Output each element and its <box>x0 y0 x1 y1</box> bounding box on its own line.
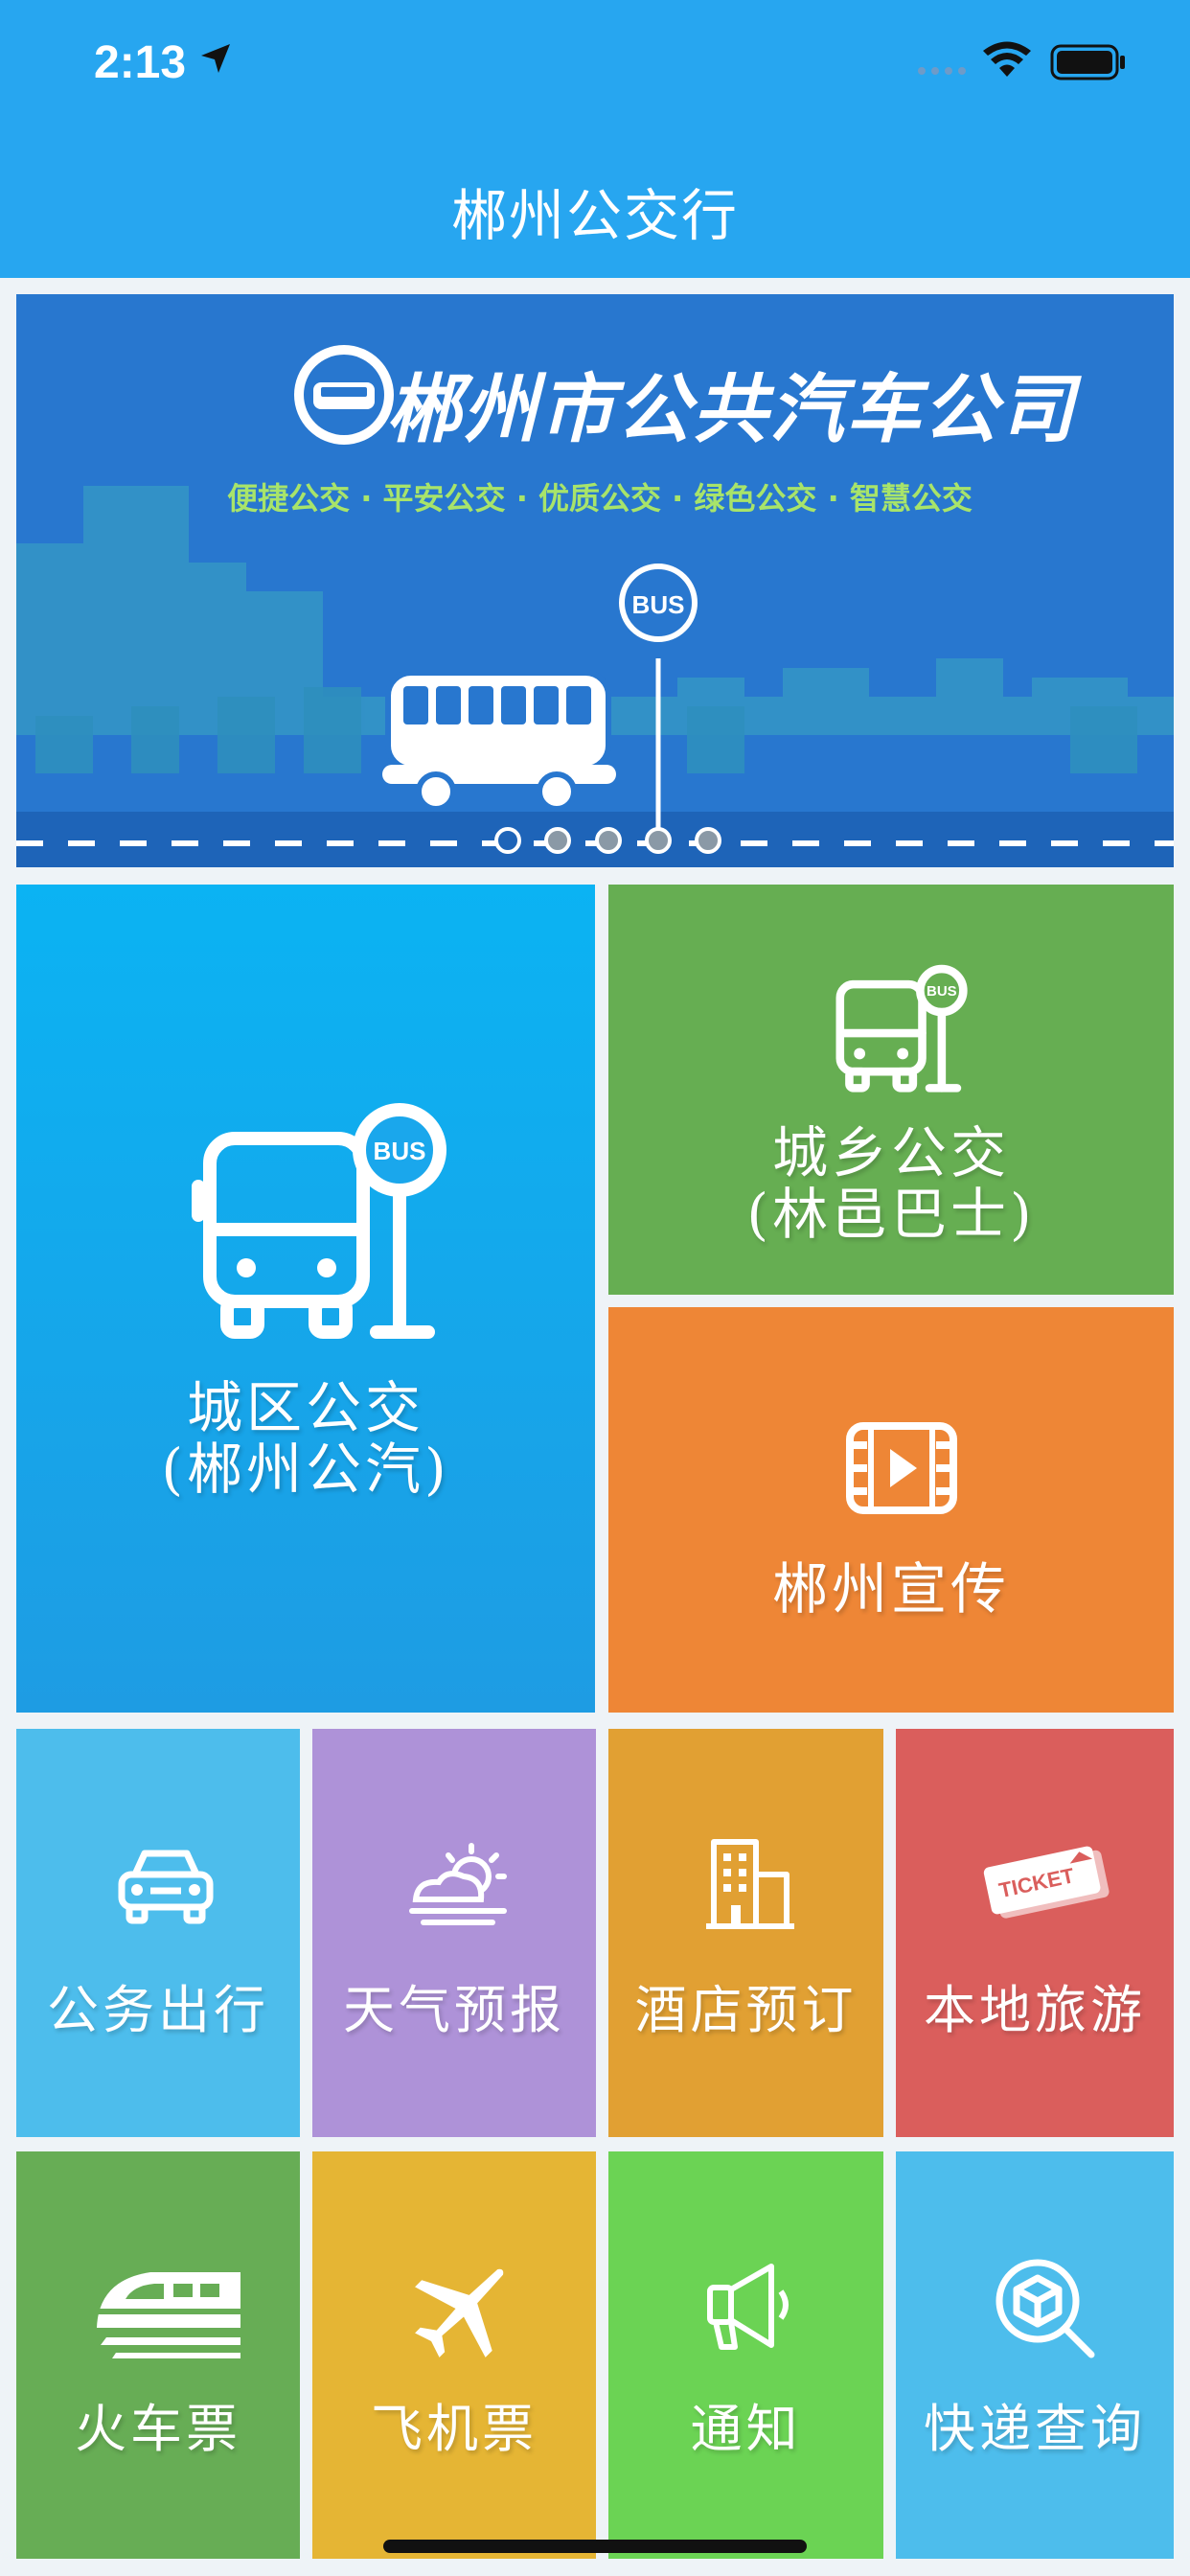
building-icon <box>706 1839 794 1929</box>
bus-badge-text: BUS <box>927 983 957 1000</box>
tile-flight[interactable]: 飞机票 <box>312 2151 596 2559</box>
status-time: 2:13 <box>94 37 187 88</box>
tile-train-label: 火车票 <box>75 2399 241 2459</box>
tile-rural-bus-label: 城乡公交 <box>771 1120 1010 1185</box>
bus-badge-text: BUS <box>374 1137 426 1165</box>
megaphone-icon <box>707 2264 789 2350</box>
tile-tourism[interactable]: TICKET 本地旅游 <box>896 1729 1174 2137</box>
weather-icon <box>409 1843 507 1925</box>
app-header: 2:13 郴州公交行 <box>0 0 1190 278</box>
video-icon <box>846 1422 957 1514</box>
tile-hotel[interactable]: 酒店预订 <box>608 1729 883 2137</box>
promo-banner[interactable]: BUS 郴州市公共汽车公司 便捷公交 · 平安公交 · 优质公交 · 绿色公交 … <box>16 294 1174 867</box>
location-arrow-icon <box>201 44 230 73</box>
home-indicator[interactable] <box>383 2540 807 2553</box>
tile-express-label: 快递查询 <box>924 2399 1146 2459</box>
bus-stop-icon: BUS <box>192 1103 446 1339</box>
package-search-icon <box>995 2259 1095 2358</box>
tile-flight-label: 飞机票 <box>371 2399 538 2459</box>
tile-train[interactable]: 火车票 <box>16 2151 300 2559</box>
wifi-icon <box>983 41 1031 77</box>
tile-weather[interactable]: 天气预报 <box>312 1729 596 2137</box>
banner-company-name: 郴州市公共汽车公司 <box>386 367 1077 453</box>
cellular-signal-icon <box>918 67 966 75</box>
tile-notice-label: 通知 <box>690 2399 802 2459</box>
train-icon <box>97 2272 240 2358</box>
tile-official-travel-label: 公务出行 <box>47 1980 269 2040</box>
tile-notice[interactable]: 通知 <box>608 2151 883 2559</box>
tile-rural-bus[interactable]: BUS 城乡公交 (林邑巴士) <box>608 885 1174 1295</box>
ticket-icon: TICKET <box>983 1846 1110 1919</box>
battery-icon <box>1050 44 1125 80</box>
tile-hotel-label: 酒店预订 <box>634 1980 858 2040</box>
page-title: 郴州公交行 <box>450 183 739 248</box>
tile-rural-bus-sublabel: (林邑巴士) <box>746 1182 1036 1247</box>
tile-city-bus-sublabel: (郴州公汽) <box>161 1437 450 1502</box>
tile-city-bus-label: 城区公交 <box>186 1375 424 1440</box>
tile-promo[interactable]: 郴州宣传 <box>608 1307 1174 1713</box>
plane-icon <box>415 2268 504 2358</box>
bus-stop-icon: BUS <box>835 964 968 1092</box>
tile-tourism-label: 本地旅游 <box>924 1980 1146 2040</box>
banner-slogan: 便捷公交 · 平安公交 · 优质公交 · 绿色公交 · 智慧公交 <box>227 480 973 517</box>
banner-bus-sign: BUS <box>632 590 685 619</box>
tile-city-bus[interactable]: BUS 城区公交 (郴州公汽) <box>16 885 595 1713</box>
tile-promo-label: 郴州宣传 <box>771 1556 1010 1622</box>
tile-official-travel[interactable]: 公务出行 <box>16 1729 300 2137</box>
tile-weather-label: 天气预报 <box>343 1980 565 2040</box>
tile-express[interactable]: 快递查询 <box>896 2151 1174 2559</box>
car-icon <box>118 1850 214 1924</box>
